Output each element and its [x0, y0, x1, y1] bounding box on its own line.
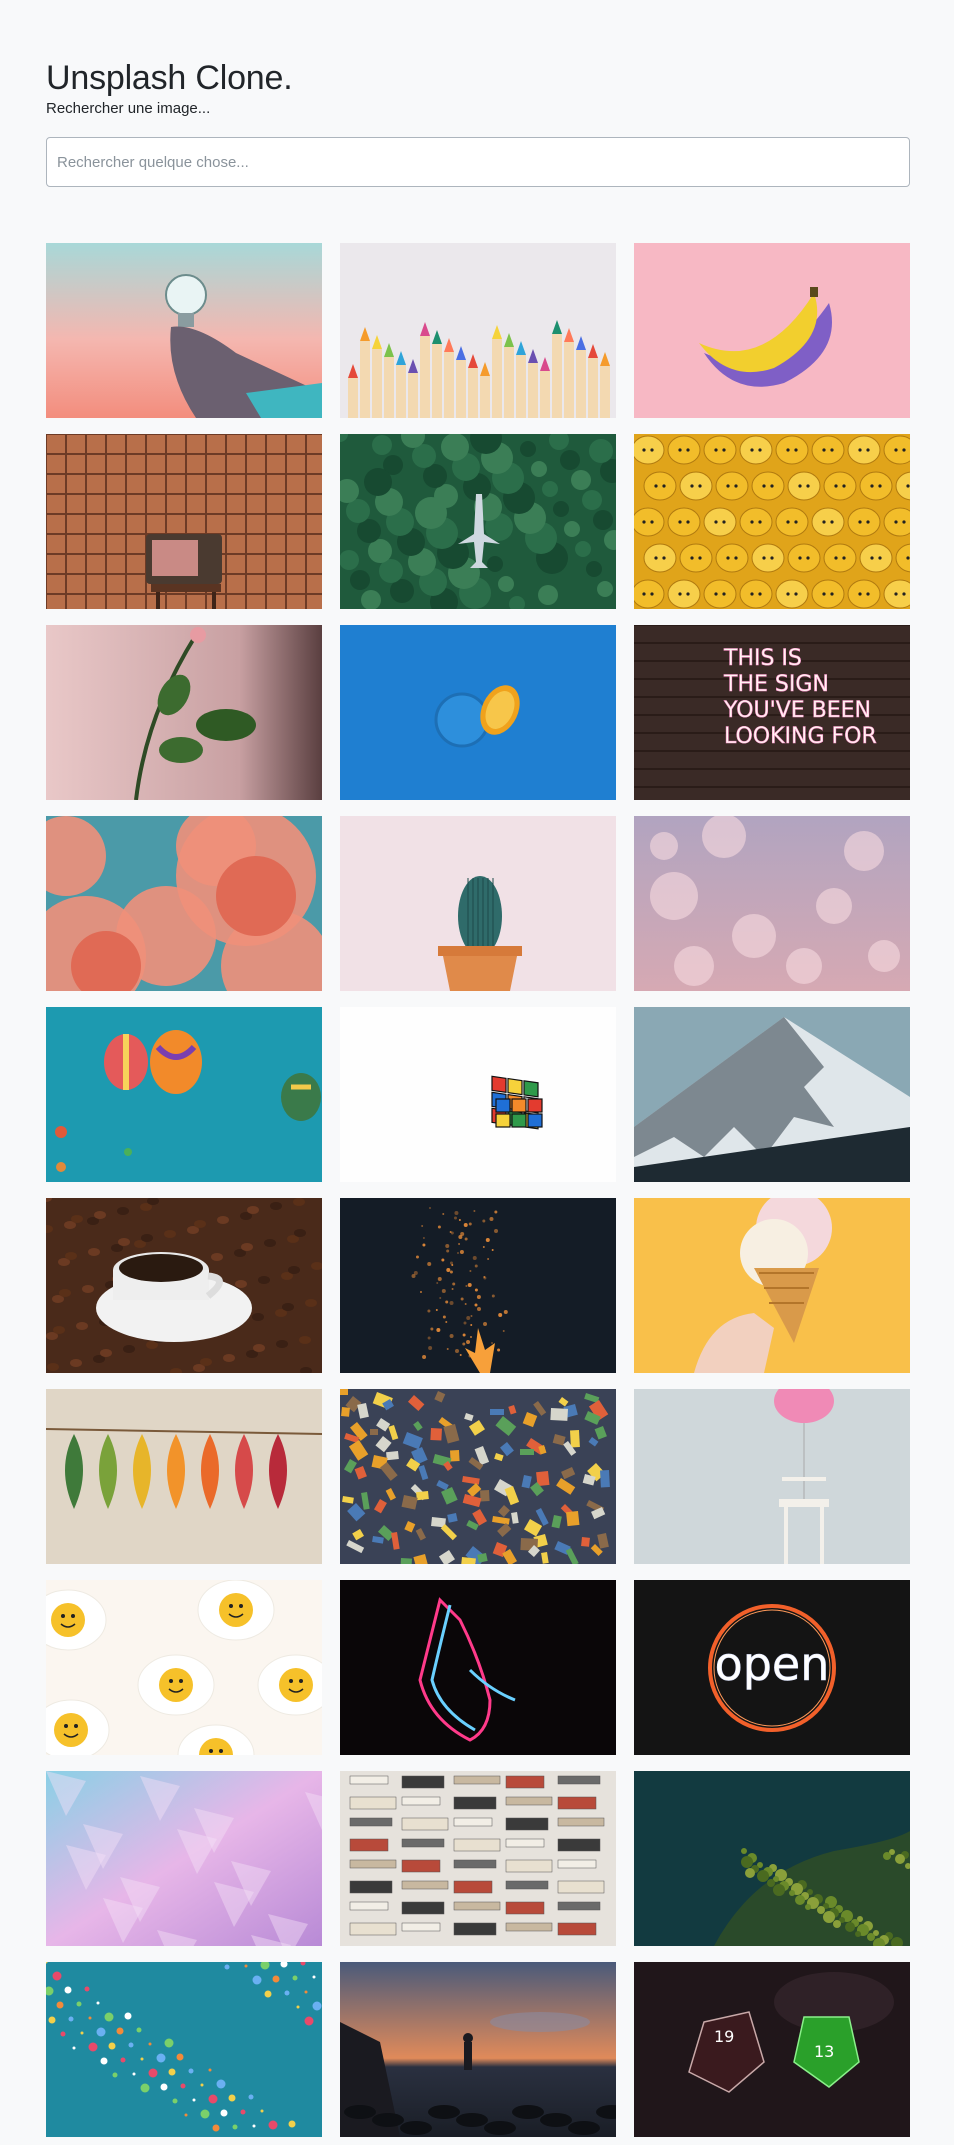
bokeh-lights-photo[interactable]: [634, 816, 910, 991]
pink-clouds-photo[interactable]: [46, 816, 322, 991]
lego-heads-photo-image: [634, 434, 910, 609]
colored-pencils-photo-image: [340, 243, 616, 418]
banana-photo-image: [634, 243, 910, 418]
ice-cream-cone-photo-image: [634, 1198, 910, 1373]
svg-text:THIS IS: THIS IS: [723, 646, 802, 671]
banana-photo[interactable]: [634, 243, 910, 418]
campfire-sparks-photo[interactable]: [340, 1198, 616, 1373]
coffee-cup-photo-image: [46, 1198, 322, 1373]
puzzle-pieces-photo[interactable]: [340, 1389, 616, 1564]
page-subtitle: Rechercher une image...: [46, 100, 211, 117]
airplane-over-forest-photo[interactable]: [340, 434, 616, 609]
lightbulb-photo[interactable]: [46, 243, 322, 418]
coffee-cup-photo[interactable]: [46, 1198, 322, 1373]
rose-stem-photo[interactable]: [46, 625, 322, 800]
svg-text:19: 19: [714, 2027, 734, 2046]
campfire-sparks-photo-image: [340, 1198, 616, 1373]
hot-air-balloons-photo-image: [46, 1007, 322, 1182]
lego-heads-photo[interactable]: [634, 434, 910, 609]
snowy-mountain-photo-image: [634, 1007, 910, 1182]
confetti-photo-image: [46, 1962, 322, 2137]
crystals-photo-image: [46, 1771, 322, 1946]
book-stacks-photo-image: [340, 1771, 616, 1946]
crystals-photo[interactable]: [46, 1771, 322, 1946]
neon-open-sign-photo[interactable]: open: [634, 1580, 910, 1755]
pink-balloon-chair-photo-image: [634, 1389, 910, 1564]
neon-open-sign-photo-image: open: [634, 1580, 910, 1755]
autumn-leaves-photo[interactable]: [46, 1389, 322, 1564]
colored-pencils-photo[interactable]: [340, 243, 616, 418]
smiley-eggs-photo-image: [46, 1580, 322, 1755]
pink-clouds-photo-image: [46, 816, 322, 991]
cactus-photo-image: [340, 816, 616, 991]
dice-photo[interactable]: 19 13: [634, 1962, 910, 2137]
lightbulb-photo-image: [46, 243, 322, 418]
neon-sign-photo-image: THIS IS THE SIGN YOU'VE BEEN LOOKING FOR: [634, 625, 910, 800]
page: Unsplash Clone. Rechercher une image... …: [0, 0, 954, 2145]
autumn-leaves-photo-image: [46, 1389, 322, 1564]
smiley-eggs-photo[interactable]: [46, 1580, 322, 1755]
rubiks-cube-photo-image: [340, 1007, 616, 1182]
rose-stem-photo-image: [46, 625, 322, 800]
bokeh-lights-photo-image: [634, 816, 910, 991]
svg-text:13: 13: [814, 2042, 834, 2061]
vintage-tv-photo-image: [46, 434, 322, 609]
neon-sign-photo[interactable]: THIS IS THE SIGN YOU'VE BEEN LOOKING FOR: [634, 625, 910, 800]
confetti-photo[interactable]: [46, 1962, 322, 2137]
search-input[interactable]: [46, 137, 910, 187]
cactus-photo[interactable]: [340, 816, 616, 991]
svg-text:YOU'VE BEEN: YOU'VE BEEN: [723, 698, 871, 723]
svg-text:THE SIGN: THE SIGN: [723, 672, 829, 697]
dice-photo-image: 19 13: [634, 1962, 910, 2137]
blue-orange-photo[interactable]: [340, 625, 616, 800]
rubiks-cube-photo[interactable]: [340, 1007, 616, 1182]
page-title: Unsplash Clone.: [46, 59, 293, 97]
airplane-over-forest-photo-image: [340, 434, 616, 609]
neon-praying-hands-photo[interactable]: [340, 1580, 616, 1755]
pink-balloon-chair-photo[interactable]: [634, 1389, 910, 1564]
neon-praying-hands-photo-image: [340, 1580, 616, 1755]
puzzle-pieces-photo-image: [340, 1389, 616, 1564]
sunset-rocks-photo-image: [340, 1962, 616, 2137]
mossy-water-photo-image: [634, 1771, 910, 1946]
svg-text:LOOKING FOR: LOOKING FOR: [724, 724, 877, 749]
mossy-water-photo[interactable]: [634, 1771, 910, 1946]
vintage-tv-photo[interactable]: [46, 434, 322, 609]
svg-text:open: open: [715, 1637, 830, 1691]
hot-air-balloons-photo[interactable]: [46, 1007, 322, 1182]
blue-orange-photo-image: [340, 625, 616, 800]
sunset-rocks-photo[interactable]: [340, 1962, 616, 2137]
snowy-mountain-photo[interactable]: [634, 1007, 910, 1182]
book-stacks-photo[interactable]: [340, 1771, 616, 1946]
ice-cream-cone-photo[interactable]: [634, 1198, 910, 1373]
